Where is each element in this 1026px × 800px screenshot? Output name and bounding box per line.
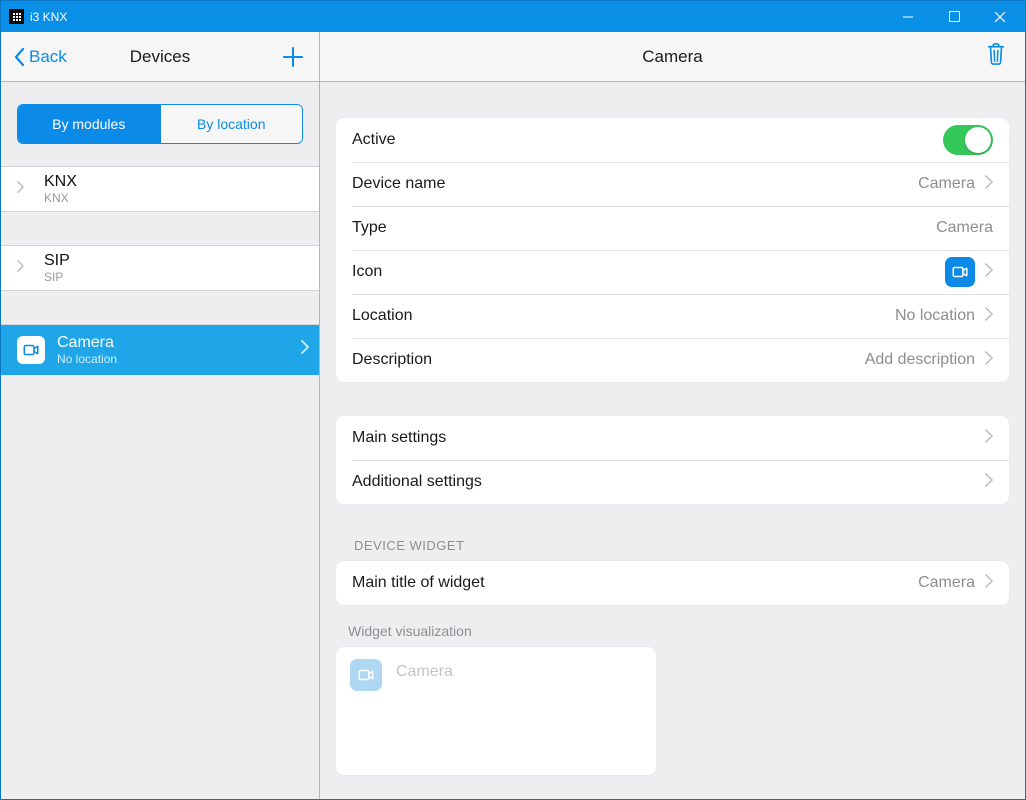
type-label: Type: [352, 219, 387, 237]
description-value: Add description: [865, 351, 975, 369]
sidebar-item-sip[interactable]: SIP SIP: [1, 246, 319, 291]
segment-by-location[interactable]: By location: [160, 105, 303, 143]
sidebar-item-knx[interactable]: KNX KNX: [1, 167, 319, 212]
delete-button[interactable]: [985, 41, 1013, 73]
row-icon[interactable]: Icon: [336, 250, 1009, 294]
device-widget-section-header: DEVICE WIDGET: [354, 538, 1005, 553]
chevron-right-icon: [985, 175, 993, 194]
add-device-button[interactable]: [279, 43, 307, 71]
row-location[interactable]: Location No location: [336, 294, 1009, 338]
maximize-button[interactable]: [931, 1, 977, 32]
widget-preview: Camera: [336, 647, 656, 775]
camera-icon: [350, 659, 382, 691]
row-device-name[interactable]: Device name Camera: [336, 162, 1009, 206]
widget-title-value: Camera: [918, 574, 975, 592]
chevron-right-icon: [985, 574, 993, 593]
chevron-left-icon: [13, 47, 25, 67]
sidebar: By modules By location KNX KNX: [1, 82, 320, 799]
trash-icon: [985, 41, 1007, 67]
titlebar: i3 KNX: [1, 1, 1025, 32]
chevron-right-icon: [17, 259, 24, 277]
app-icon: [9, 9, 24, 24]
sidebar-item-camera[interactable]: Camera No location: [1, 325, 319, 375]
back-button[interactable]: Back: [13, 47, 67, 67]
device-name-label: Device name: [352, 175, 445, 193]
chevron-right-icon: [985, 351, 993, 370]
minimize-icon: [903, 12, 913, 22]
widget-title-label: Main title of widget: [352, 574, 485, 592]
maximize-icon: [949, 11, 960, 22]
segment-by-modules[interactable]: By modules: [18, 105, 160, 143]
main-settings-label: Main settings: [352, 429, 446, 447]
close-button[interactable]: [977, 1, 1023, 32]
widget-visualization-label: Widget visualization: [348, 623, 1005, 639]
type-value: Camera: [936, 219, 993, 237]
chevron-right-icon: [985, 263, 993, 282]
sidebar-item-subtitle: No location: [57, 352, 117, 366]
sidebar-item-title: KNX: [44, 172, 77, 191]
sidebar-item-subtitle: KNX: [44, 191, 77, 205]
sidebar-item-subtitle: SIP: [44, 270, 70, 284]
active-toggle[interactable]: [943, 125, 993, 155]
back-label: Back: [29, 47, 67, 67]
chevron-right-icon: [17, 180, 24, 198]
row-description[interactable]: Description Add description: [336, 338, 1009, 382]
camera-icon: [17, 336, 45, 364]
widget-title-card: Main title of widget Camera: [336, 561, 1009, 605]
sidebar-item-title: Camera: [57, 333, 117, 352]
description-label: Description: [352, 351, 432, 369]
view-mode-segmented: By modules By location: [17, 104, 303, 144]
row-additional-settings[interactable]: Additional settings: [336, 460, 1009, 504]
app-title: i3 KNX: [30, 10, 67, 24]
location-label: Location: [352, 307, 413, 325]
active-label: Active: [352, 131, 396, 149]
row-main-settings[interactable]: Main settings: [336, 416, 1009, 460]
row-active: Active: [336, 118, 1009, 162]
chevron-right-icon: [985, 307, 993, 326]
location-value: No location: [895, 307, 975, 325]
widget-preview-title: Camera: [396, 663, 453, 681]
settings-card: Main settings Additional settings: [336, 416, 1009, 504]
device-properties-card: Active Device name Camera Type Camera Ic…: [336, 118, 1009, 382]
chevron-right-icon: [301, 340, 309, 359]
icon-label: Icon: [352, 263, 382, 281]
camera-icon: [945, 257, 975, 287]
additional-settings-label: Additional settings: [352, 473, 482, 491]
device-name-value: Camera: [918, 175, 975, 193]
minimize-button[interactable]: [885, 1, 931, 32]
chevron-right-icon: [985, 473, 993, 492]
page-title: Camera: [642, 47, 702, 67]
sidebar-item-title: SIP: [44, 251, 70, 270]
row-widget-title[interactable]: Main title of widget Camera: [336, 561, 1009, 605]
close-icon: [995, 12, 1005, 22]
content: Active Device name Camera Type Camera Ic…: [320, 82, 1025, 799]
toolbar: Back Devices Camera: [1, 32, 1025, 82]
chevron-right-icon: [985, 429, 993, 448]
plus-icon: [282, 46, 304, 68]
row-type: Type Camera: [336, 206, 1009, 250]
